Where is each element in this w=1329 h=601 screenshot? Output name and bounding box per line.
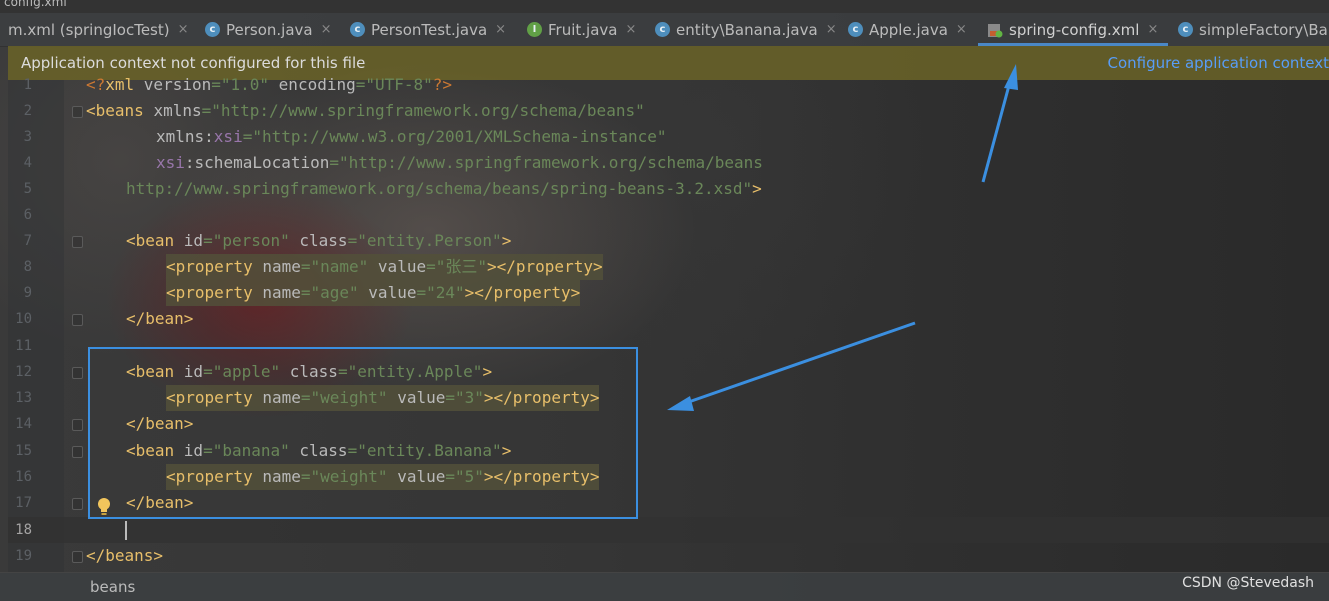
annotation-arrow-to-box bbox=[667, 321, 916, 411]
breadcrumb-bar: beans bbox=[0, 572, 1329, 601]
breadcrumb[interactable]: beans bbox=[90, 578, 135, 596]
annotation-arrow-to-tab bbox=[981, 64, 1018, 183]
annotation-arrows bbox=[667, 64, 1018, 411]
watermark: CSDN @Stevedash bbox=[1182, 575, 1314, 591]
